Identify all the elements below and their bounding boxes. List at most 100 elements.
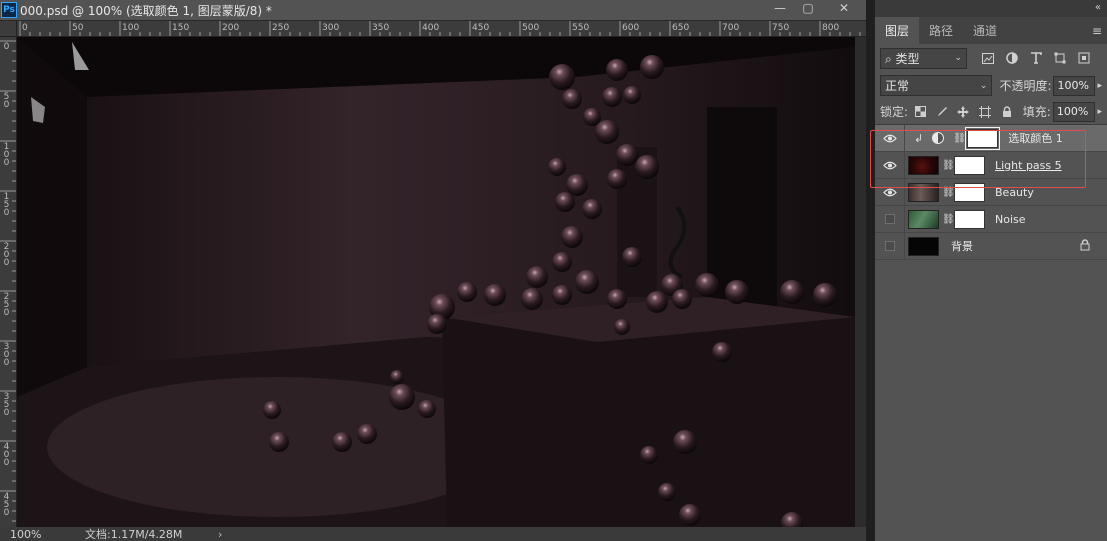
- layer-filter-row: ⌕ 类型 ⌄: [875, 44, 1107, 72]
- glass-sphere: [521, 288, 543, 310]
- visibility-toggle-empty[interactable]: [875, 205, 905, 233]
- glass-sphere: [418, 400, 436, 418]
- tab-layers[interactable]: 图层: [875, 17, 920, 44]
- layers-panel: « 图层 路径 通道 ≡ ⌕ 类型 ⌄ 正常 ⌄ 不透明度: 100% ▸ 锁定…: [875, 0, 1107, 541]
- layer-row-light-pass-5[interactable]: ⛓ Light pass 5: [875, 151, 1107, 179]
- photoshop-app: Ps 000.psd @ 100% (选取颜色 1, 图层蒙版/8) * — ▢…: [0, 0, 1107, 541]
- layer-row-selective-color[interactable]: ↲ ⛓ 选取颜色 1: [875, 124, 1107, 152]
- ruler-h-label: 250: [272, 23, 290, 33]
- layer-thumbnail[interactable]: [908, 155, 939, 175]
- ruler-v-label: 100: [3, 142, 10, 168]
- ruler-h-label: 800: [822, 23, 840, 33]
- ruler-h-label: 200: [222, 23, 240, 33]
- lock-all-icon[interactable]: [1000, 105, 1013, 118]
- opacity-input[interactable]: 100%: [1053, 75, 1096, 96]
- layer-thumbnail[interactable]: [908, 182, 939, 202]
- glass-sphere: [640, 55, 664, 79]
- layer-name[interactable]: Noise: [995, 213, 1026, 226]
- ruler-h-label: 650: [672, 23, 690, 33]
- zoom-level-field[interactable]: 100%: [0, 528, 44, 541]
- lock-image-pixels-icon[interactable]: [936, 105, 949, 118]
- mask-link-chain-icon[interactable]: ⛓: [942, 214, 955, 225]
- opacity-slider-arrow-icon[interactable]: ▸: [1097, 81, 1102, 91]
- type-filter-icon[interactable]: [1029, 51, 1043, 65]
- layer-mask-thumbnail[interactable]: [954, 209, 985, 229]
- glass-sphere: [526, 266, 548, 288]
- layer-row-beauty[interactable]: ⛓ Beauty: [875, 178, 1107, 206]
- blend-mode-select[interactable]: 正常 ⌄: [880, 75, 993, 96]
- ruler-origin[interactable]: [0, 21, 17, 37]
- ruler-h-label: 300: [322, 23, 340, 33]
- ruler-h-label: 400: [422, 23, 440, 33]
- ruler-v-label: 50: [3, 92, 10, 110]
- panel-menu-icon[interactable]: ≡: [1092, 17, 1102, 44]
- glass-sphere: [640, 446, 658, 464]
- ruler-h-label: 350: [372, 23, 390, 33]
- layer-name[interactable]: Light pass 5: [995, 159, 1062, 172]
- layer-mask-thumbnail[interactable]: [954, 155, 985, 175]
- ruler-v-label: 200: [3, 242, 10, 268]
- document-titlebar[interactable]: Ps 000.psd @ 100% (选取颜色 1, 图层蒙版/8) * — ▢…: [0, 0, 866, 20]
- ruler-h-label: 500: [522, 23, 540, 33]
- visibility-eye-icon[interactable]: [875, 178, 905, 206]
- layer-thumbnail[interactable]: [908, 236, 939, 256]
- layer-filter-kind-select[interactable]: ⌕ 类型 ⌄: [880, 47, 967, 69]
- layer-mask-thumbnail[interactable]: [954, 182, 985, 202]
- visibility-eye-icon[interactable]: [875, 151, 905, 179]
- document-canvas[interactable]: [17, 37, 855, 527]
- ruler-h-label: 100: [122, 23, 140, 33]
- fill-slider-arrow-icon[interactable]: ▸: [1097, 107, 1102, 117]
- layer-name[interactable]: 选取颜色 1: [1008, 130, 1063, 146]
- document-size-info[interactable]: 文档:1.17M/4.28M: [85, 526, 195, 541]
- glass-sphere: [583, 108, 601, 126]
- document-window: Ps 000.psd @ 100% (选取颜色 1, 图层蒙版/8) * — ▢…: [0, 0, 866, 541]
- shape-filter-icon[interactable]: [1053, 51, 1067, 65]
- adjustment-filter-icon[interactable]: [1005, 51, 1019, 65]
- glass-sphere: [552, 252, 572, 272]
- layer-thumbnail[interactable]: [908, 209, 939, 229]
- smart-object-filter-icon[interactable]: [1077, 51, 1091, 65]
- tab-paths[interactable]: 路径: [919, 17, 963, 44]
- glass-sphere: [548, 158, 566, 176]
- filter-kind-label: ⌕ 类型: [885, 51, 920, 66]
- minimize-button[interactable]: —: [766, 0, 794, 16]
- lock-transparent-pixels-icon[interactable]: [914, 105, 927, 118]
- collapse-panels-icon[interactable]: «: [1095, 2, 1101, 13]
- lock-artboard-icon[interactable]: [978, 105, 992, 118]
- vertical-ruler[interactable]: 0 50 100 150 200 250 300 350 400 450: [0, 37, 17, 527]
- layer-name[interactable]: 背景: [951, 238, 973, 254]
- restore-button[interactable]: ▢: [794, 0, 822, 16]
- blend-opacity-row: 正常 ⌄ 不透明度: 100% ▸: [875, 72, 1107, 99]
- glass-sphere: [575, 270, 599, 294]
- canvas-area[interactable]: [17, 37, 866, 527]
- glass-sphere: [389, 384, 415, 410]
- layer-name[interactable]: Beauty: [995, 186, 1034, 199]
- ruler-h-label: 150: [172, 23, 190, 33]
- tab-channels[interactable]: 通道: [963, 17, 1007, 44]
- mask-link-chain-icon[interactable]: ⛓: [953, 133, 966, 144]
- horizontal-ruler[interactable]: 0 50 100 150 200 250 300 350 400 450 500 550 600 650 7…: [17, 21, 866, 37]
- layer-row-noise[interactable]: ⛓ Noise: [875, 205, 1107, 233]
- glass-sphere: [635, 155, 659, 179]
- layer-mask-thumbnail[interactable]: [965, 126, 1001, 150]
- lock-position-icon[interactable]: [957, 105, 970, 118]
- canvas-vertical-scrollbar[interactable]: [855, 37, 866, 527]
- chevron-down-icon: ⌄: [979, 80, 988, 91]
- mask-link-chain-icon[interactable]: ⛓: [942, 187, 955, 198]
- layer-row-background[interactable]: 背景: [875, 232, 1107, 260]
- fill-input[interactable]: 100%: [1052, 101, 1096, 122]
- glass-sphere: [780, 280, 804, 304]
- glass-sphere: [614, 319, 630, 335]
- image-filter-icon[interactable]: [981, 51, 995, 65]
- glass-sphere: [658, 483, 676, 501]
- ruler-h-label: 0: [22, 23, 28, 33]
- status-menu-arrow-icon[interactable]: ›: [218, 528, 222, 541]
- hidden-box-icon: [884, 214, 895, 224]
- mask-link-chain-icon[interactable]: ⛓: [942, 160, 955, 171]
- visibility-eye-icon[interactable]: [875, 124, 905, 152]
- ruler-h-label: 600: [622, 23, 640, 33]
- visibility-toggle-empty[interactable]: [875, 232, 905, 260]
- glass-sphere: [566, 174, 588, 196]
- close-button[interactable]: ✕: [830, 0, 858, 16]
- panel-header-bar: «: [875, 0, 1107, 17]
